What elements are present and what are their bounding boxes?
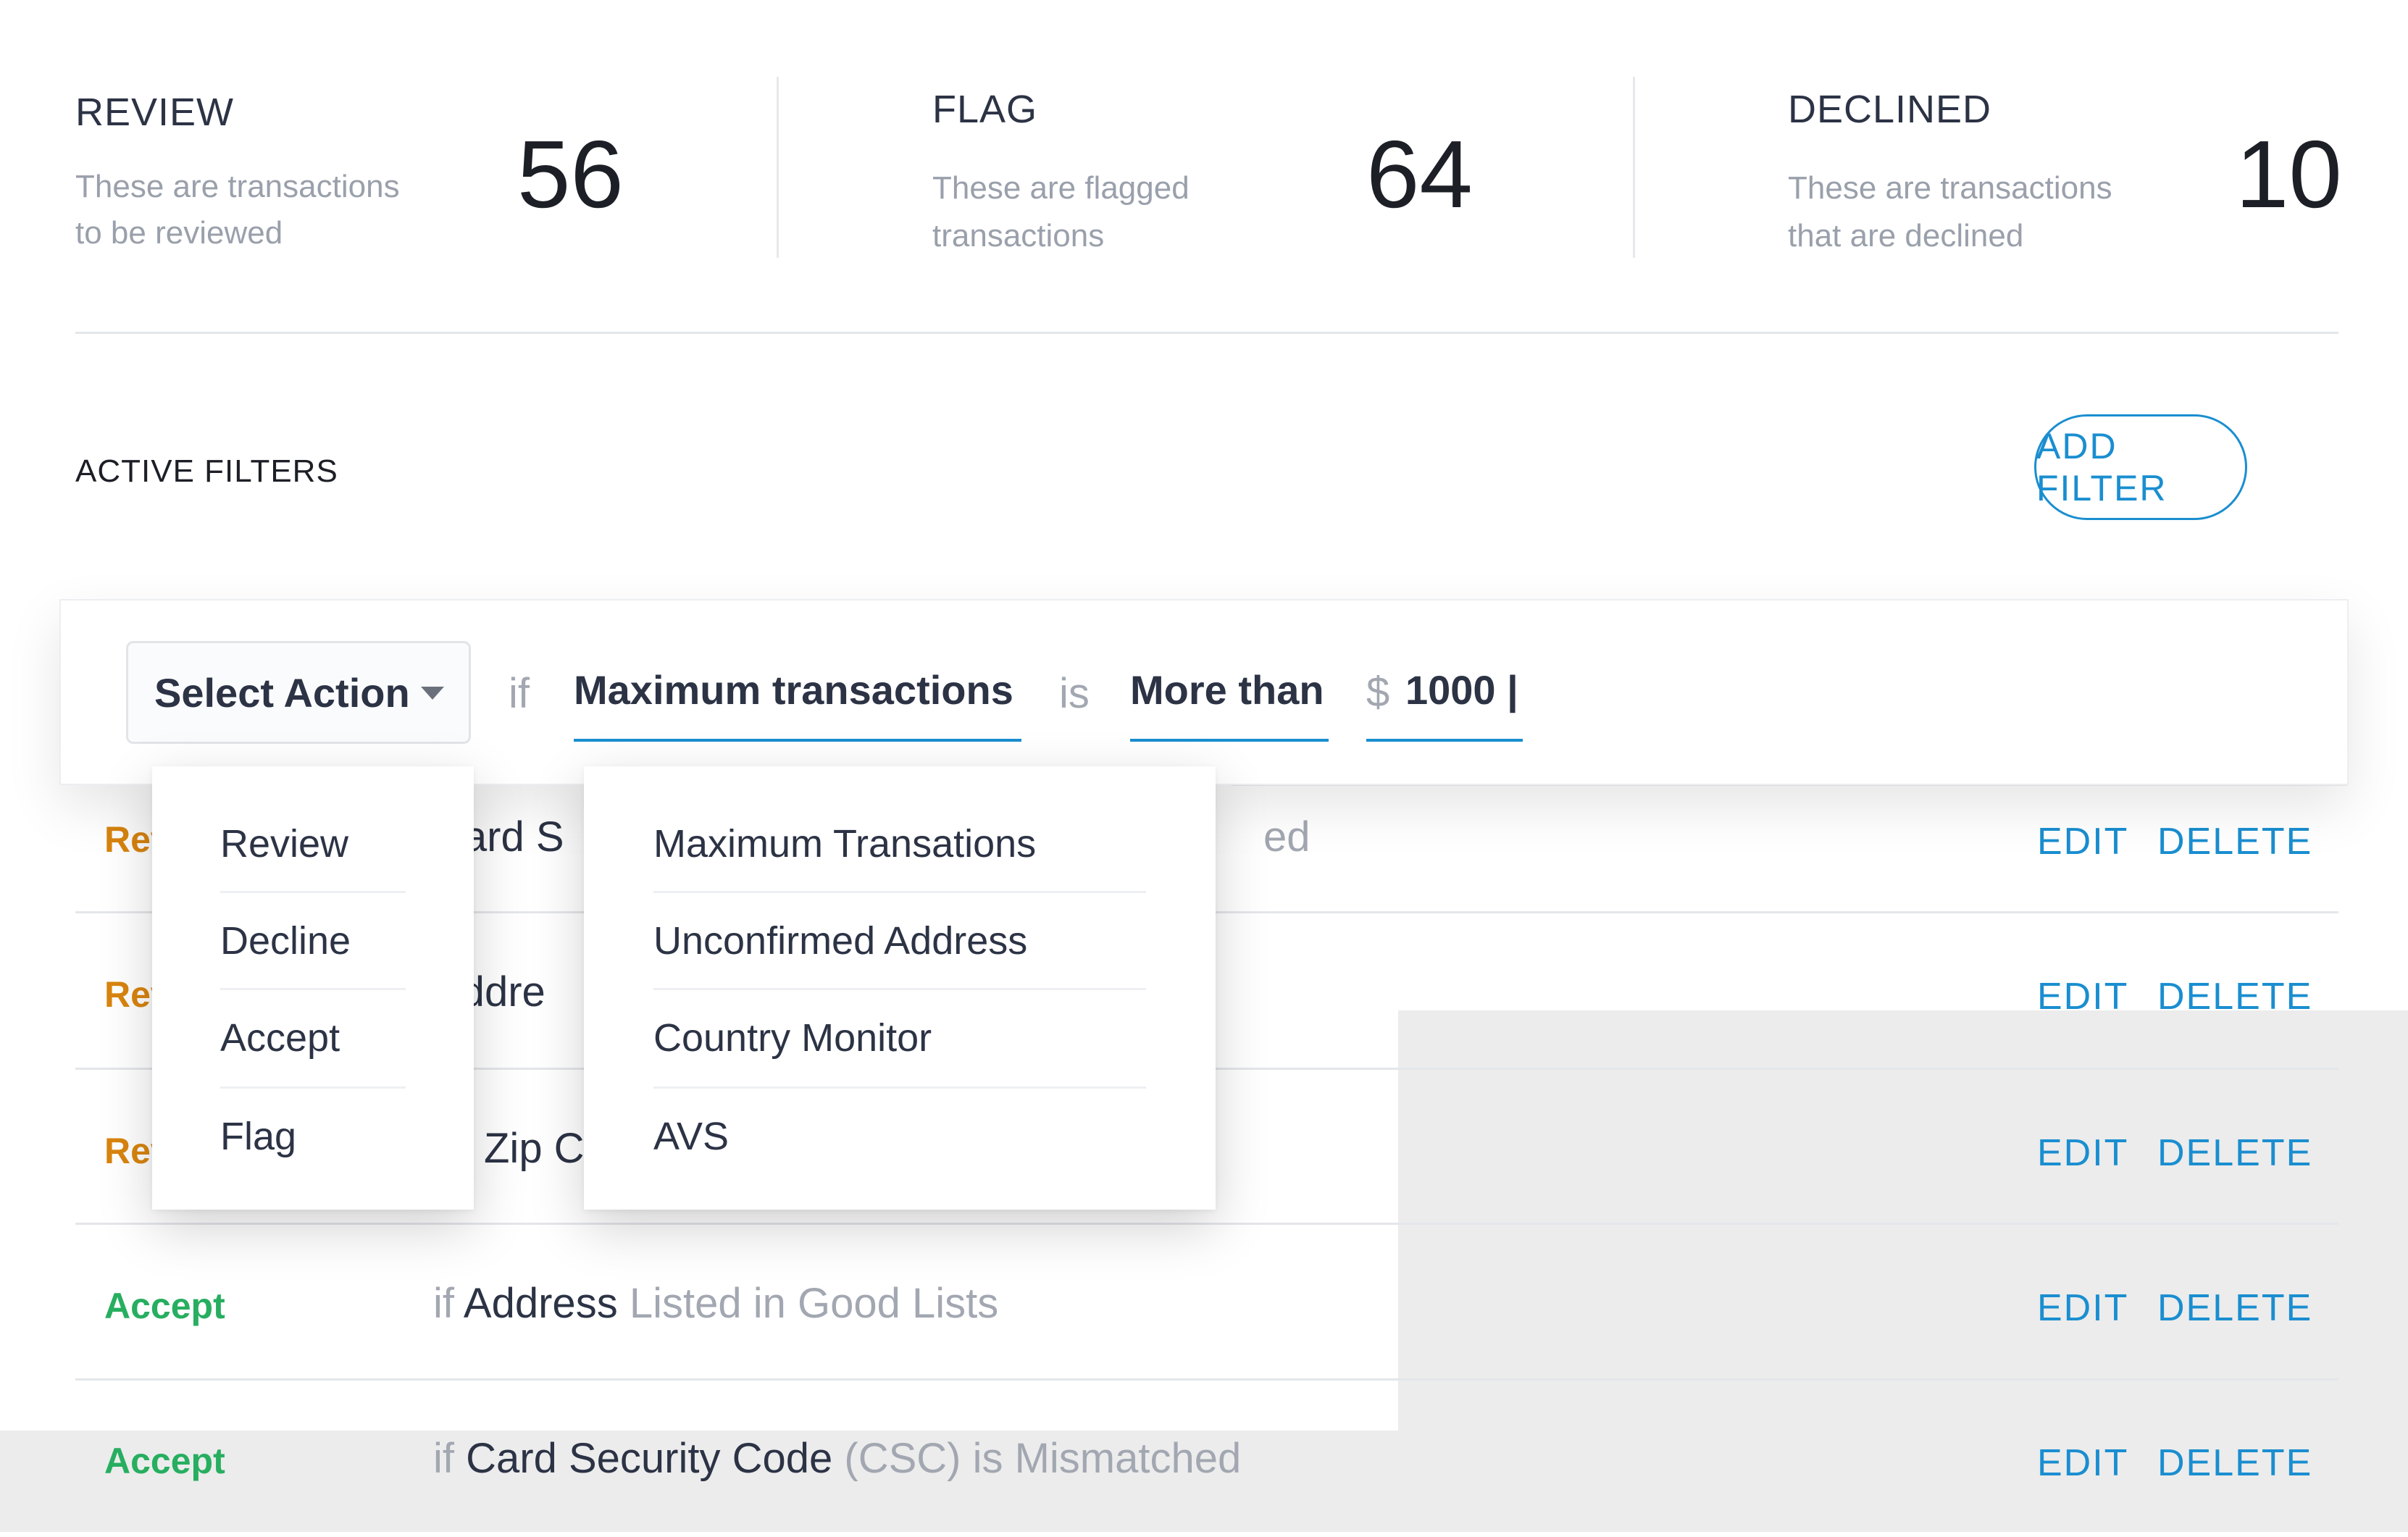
edit-button[interactable]: EDIT	[2037, 1131, 2128, 1175]
stat-count: 10	[2236, 121, 2342, 227]
operator-underline	[1130, 739, 1329, 742]
stat-description: These are transactions	[1788, 170, 2112, 206]
if-keyword: if	[509, 670, 530, 717]
field-underline	[574, 739, 1021, 742]
is-keyword: is	[1059, 670, 1090, 717]
row-condition: Zip C	[484, 1125, 585, 1172]
delete-button[interactable]: DELETE	[2157, 820, 2312, 863]
table-row: Accept if Address Listed in Good Lists E…	[75, 1228, 2338, 1382]
menu-separator	[220, 891, 406, 893]
stat-description: These are flagged	[932, 170, 1190, 206]
stat-description: These are transactions	[75, 169, 400, 204]
menu-separator	[220, 988, 406, 990]
stat-divider	[777, 77, 779, 258]
amount-input[interactable]: 1000 |	[1405, 666, 1518, 713]
caret-down-icon	[421, 687, 444, 700]
menu-separator	[653, 1086, 1146, 1089]
section-divider	[75, 332, 2338, 334]
stat-description: transactions	[932, 218, 1105, 254]
condition-field-select[interactable]: Maximum transactions	[574, 666, 1013, 713]
menu-item-country-monitor[interactable]: Country Monitor	[653, 1015, 932, 1060]
field-dropdown-menu: Maximum Transations Unconfirmed Address …	[584, 766, 1216, 1210]
stat-divider	[1633, 77, 1635, 258]
currency-symbol: $	[1366, 669, 1390, 716]
stat-description: to be reviewed	[75, 215, 283, 251]
stat-count: 56	[517, 121, 624, 227]
action-dropdown-menu: Review Decline Accept Flag	[152, 766, 474, 1210]
edit-button[interactable]: EDIT	[2037, 1441, 2128, 1485]
edit-button[interactable]: EDIT	[2037, 820, 2128, 863]
amount-underline	[1366, 739, 1523, 742]
row-divider	[75, 1378, 2338, 1381]
table-row: Accept if Card Security Code (CSC) is Mi…	[75, 1383, 2338, 1537]
stat-title: FLAG	[932, 88, 1038, 131]
menu-item-accept[interactable]: Accept	[220, 1015, 340, 1060]
edit-button[interactable]: EDIT	[2037, 1286, 2128, 1330]
stat-description: that are declined	[1788, 218, 2024, 254]
row-divider	[75, 1223, 2338, 1225]
row-condition: if Card Security Code (CSC) is Mismatche…	[433, 1435, 1242, 1482]
menu-separator	[653, 891, 1146, 893]
row-action: Accept	[104, 1441, 225, 1481]
row-condition: if Address Listed in Good Lists	[433, 1280, 999, 1327]
delete-button[interactable]: DELETE	[2157, 1286, 2312, 1330]
add-filter-button[interactable]: ADD FILTER	[2034, 414, 2247, 520]
menu-item-review[interactable]: Review	[220, 821, 348, 866]
delete-button[interactable]: DELETE	[2157, 1441, 2312, 1485]
select-action-dropdown[interactable]: Select Action	[126, 641, 471, 744]
menu-item-unconfirmed-address[interactable]: Unconfirmed Address	[653, 918, 1027, 963]
section-title: ACTIVE FILTERS	[75, 453, 338, 489]
row-action: Accept	[104, 1286, 225, 1326]
stat-title: DECLINED	[1788, 88, 1992, 131]
delete-button[interactable]: DELETE	[2157, 975, 2312, 1018]
menu-item-maximum-transactions[interactable]: Maximum Transations	[653, 821, 1036, 866]
menu-item-decline[interactable]: Decline	[220, 918, 351, 963]
stat-count: 64	[1366, 121, 1473, 227]
menu-item-avs[interactable]: AVS	[653, 1114, 729, 1159]
operator-select[interactable]: More than	[1130, 666, 1324, 713]
edit-button[interactable]: EDIT	[2037, 975, 2128, 1018]
menu-separator	[653, 988, 1146, 990]
select-action-label: Select Action	[154, 669, 410, 716]
stat-title: REVIEW	[75, 91, 235, 134]
delete-button[interactable]: DELETE	[2157, 1131, 2312, 1175]
menu-item-flag[interactable]: Flag	[220, 1114, 296, 1159]
menu-separator	[220, 1086, 406, 1089]
